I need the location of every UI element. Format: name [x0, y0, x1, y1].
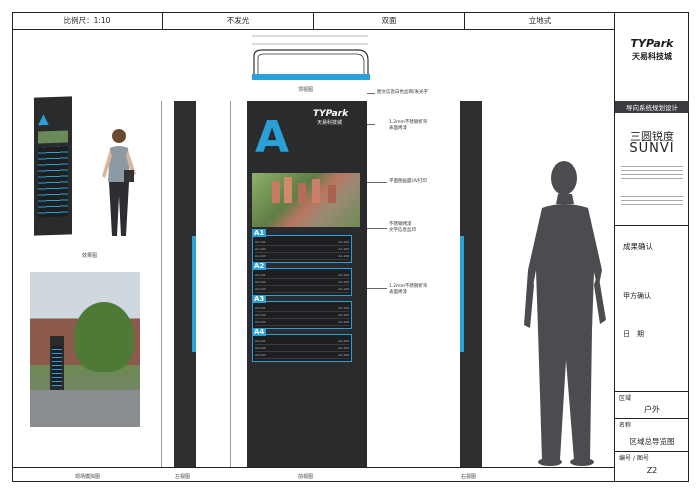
unit-code-right: A1-106: [338, 254, 349, 258]
callout-leader-4: [367, 228, 387, 229]
unit-code-left: A3-101: [255, 306, 266, 310]
zone-letter: A: [255, 112, 290, 163]
directory-group-a4: A4 A4-101 A4-104 A4-102 A4-105 A4-103 A4-106: [252, 328, 352, 362]
directory-row: A1-101 A1-104: [255, 240, 349, 246]
directory-row: A3-102 A3-105: [255, 313, 349, 319]
front-sign-panel: TYPark 天易科技城 A A1 A1-101 A1-104 A1-102 A1-10…: [247, 101, 367, 467]
callout-4: 不锈钢烤漆 文字信息丝印: [389, 222, 416, 233]
right-view-label: 右视图: [461, 474, 477, 480]
effect-view-label: 效果图: [82, 253, 98, 259]
callout-leader-1: [367, 93, 375, 94]
unit-code-left: A2-103: [255, 287, 266, 291]
code-label: 编号 / 图号: [619, 455, 649, 462]
directory-row: A2-102 A2-105: [255, 280, 349, 286]
code-value: Z2: [646, 466, 658, 475]
directory-row: A4-101 A4-104: [255, 339, 349, 345]
unit-code-left: A4-101: [255, 339, 266, 343]
group-tag: A2: [252, 262, 267, 270]
section-banner: 导向系统规划设计: [615, 101, 689, 113]
top-view-label: 顶视图: [298, 87, 314, 93]
directory-row: A4-102 A4-105: [255, 346, 349, 352]
front-dimension: [230, 101, 231, 467]
unit-code-left: A1-103: [255, 254, 266, 258]
company-address-lines: [621, 163, 683, 187]
group-tag: A3: [252, 295, 267, 303]
callout-2: 1.2mm不锈钢折弯 表面烤漆: [389, 120, 428, 131]
callout-3: 平面图画面UV打印: [389, 179, 427, 184]
right-side-view: [460, 101, 482, 467]
scale-cell: 比例尺：1:10: [12, 12, 163, 29]
sign-logo: TYPark: [313, 109, 349, 119]
name-label: 名称: [619, 422, 632, 429]
unit-code-left: A1-101: [255, 240, 266, 244]
top-view-drawing: [252, 35, 370, 80]
directory-group-a1: A1 A1-101 A1-104 A1-102 A1-105 A1-103 A1-106: [252, 229, 352, 263]
site-map-image: [252, 173, 360, 227]
directory-row: A1-103 A1-106: [255, 254, 349, 260]
woman-figure: [102, 129, 136, 236]
directory-group-a3: A3 A3-101 A3-104 A3-102 A3-105 A3-103 A3-106: [252, 295, 352, 329]
effect-render-sign: ▲: [34, 96, 72, 236]
unit-code-right: A4-104: [338, 339, 349, 343]
directory-row: A4-103 A4-106: [255, 353, 349, 359]
copyright-note: [621, 193, 683, 211]
sign-logo-sub: 天易科技城: [317, 120, 343, 126]
directory-row: A2-103 A2-106: [255, 287, 349, 293]
confirm-label: 成果确认: [623, 242, 653, 251]
date-label: 日 期: [623, 330, 644, 338]
callout-leader-2: [367, 124, 375, 125]
area-label: 区域: [619, 395, 632, 402]
unit-code-left: A4-102: [255, 346, 266, 350]
front-view-label: 前视图: [298, 474, 314, 480]
unit-code-left: A2-101: [255, 273, 266, 277]
directory-row: A2-101 A2-104: [255, 273, 349, 279]
unit-code-left: A3-102: [255, 313, 266, 317]
group-tag: A1: [252, 229, 267, 237]
callout-5: 1.2mm不锈钢折弯 表面烤漆: [389, 284, 428, 295]
unit-code-left: A3-103: [255, 320, 266, 324]
typark-logo-sub: 天易科技城: [632, 52, 672, 61]
lighting-cell: 不发光: [163, 12, 314, 29]
unit-code-right: A2-105: [338, 280, 349, 284]
callout-1: 图文信息白色丝网/发光字: [377, 90, 429, 95]
site-photo: [30, 272, 140, 427]
directory-group-a2: A2 A2-101 A2-104 A2-102 A2-105 A2-103 A2-106: [252, 262, 352, 296]
directory-row: A3-101 A3-104: [255, 306, 349, 312]
callout-leader-3: [367, 182, 387, 183]
unit-code-right: A4-105: [338, 346, 349, 350]
type-cell: 立地式: [528, 16, 552, 25]
company-logo-en: SUNVI: [629, 141, 675, 156]
typark-logo: TYPark: [630, 37, 674, 50]
directory-row: A3-103 A3-106: [255, 320, 349, 326]
title-block: TYPark 天易科技城 导向系统规划设计 三圆锐度 SUNVI 成果确认 甲方…: [615, 12, 689, 482]
unit-code-right: A3-105: [338, 313, 349, 317]
area-value: 户外: [644, 405, 660, 414]
site-view-label: 现场模拟图: [75, 474, 101, 480]
sides-cell: 双面: [314, 12, 465, 29]
unit-code-right: A2-106: [338, 287, 349, 291]
callout-leader-5: [367, 288, 387, 289]
unit-code-right: A1-104: [338, 240, 349, 244]
directory-row: A1-102 A1-105: [255, 247, 349, 253]
group-tag: A4: [252, 328, 267, 336]
spec-header: 比例尺：1:10 不发光 双面 立地式: [12, 12, 615, 30]
unit-code-right: A2-104: [338, 273, 349, 277]
man-silhouette: [524, 161, 606, 466]
left-side-view: [174, 101, 196, 467]
unit-code-left: A1-102: [255, 247, 266, 251]
name-value: 区域总导览图: [629, 437, 675, 446]
party-a-label: 甲方确认: [623, 292, 651, 300]
unit-code-left: A2-102: [255, 280, 266, 284]
unit-code-right: A1-105: [338, 247, 349, 251]
left-dimension: [161, 101, 162, 467]
unit-code-right: A3-104: [338, 306, 349, 310]
unit-code-right: A3-106: [338, 320, 349, 324]
unit-code-left: A4-103: [255, 353, 266, 357]
left-view-label: 左视图: [175, 474, 191, 480]
unit-code-right: A4-106: [338, 353, 349, 357]
